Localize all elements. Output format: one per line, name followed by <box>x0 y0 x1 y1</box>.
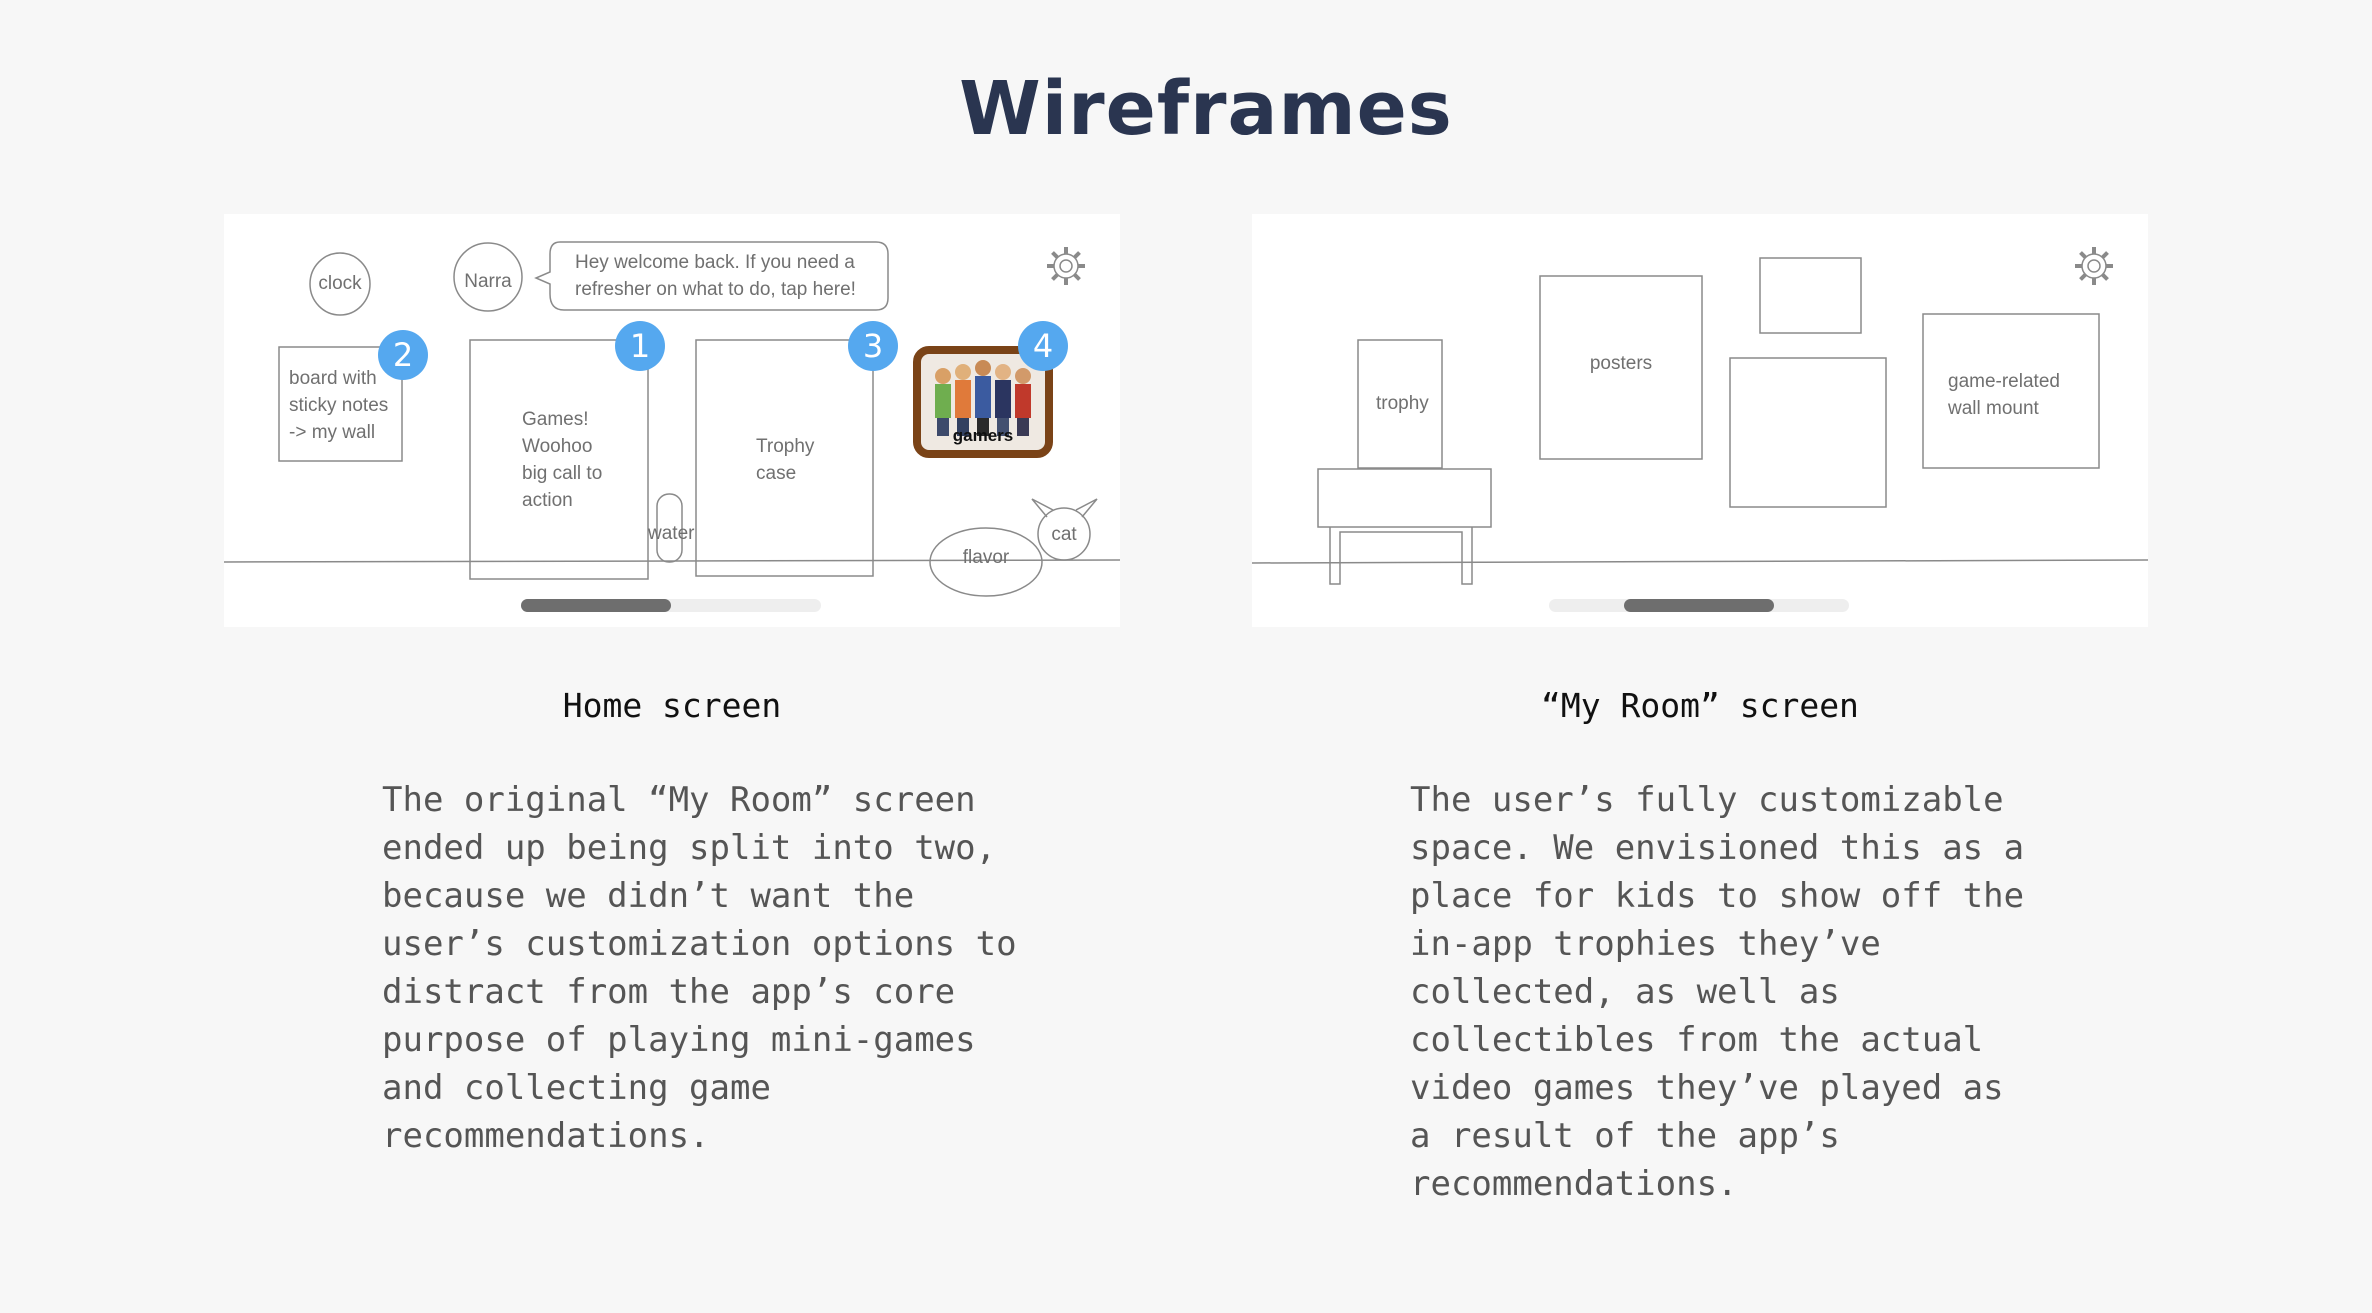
home-description: The original “My Room” screen ended up b… <box>382 780 1017 1156</box>
badge-4: 4 <box>1018 321 1068 371</box>
table-top-shape <box>1317 468 1492 528</box>
narrator-label: Narra <box>464 271 512 292</box>
small-frame-shape <box>1759 257 1862 334</box>
my-room-wireframe: trophy posters game-related wall mount <box>1252 214 2148 627</box>
board-label: board with sticky notes -> my wall <box>289 368 389 443</box>
flavor-label: flavor <box>962 547 1010 568</box>
gear-icon <box>2075 247 2113 285</box>
my-room-description: The user’s fully customizable space. We … <box>1410 780 2025 1204</box>
cat-label: cat <box>1051 524 1077 545</box>
water-label: water <box>648 523 695 544</box>
gear-icon <box>1047 247 1085 285</box>
scroll-thumb <box>521 599 671 612</box>
square-frame-shape <box>1729 357 1887 508</box>
my-room-caption: “My Room” screen <box>1541 686 1859 725</box>
badge-2: 2 <box>378 330 428 380</box>
wall-mount-label: game-related wall mount <box>1948 371 2060 419</box>
clock-label: clock <box>318 273 362 294</box>
home-screen-wireframe: clock Narra Hey welcome back. If you nee… <box>224 214 1120 627</box>
floor-line <box>1252 559 2148 564</box>
games-label: Games! Woohoo big call to action <box>522 409 603 511</box>
scroll-thumb <box>1624 599 1774 612</box>
trophy-case-label: Trophy case <box>756 436 815 484</box>
badge-3: 3 <box>848 321 898 371</box>
photo-caption: gamers <box>952 426 1014 445</box>
page-title: Wireframes <box>959 66 1453 152</box>
home-screen-caption: Home screen <box>562 686 782 725</box>
speech-bubble-text[interactable]: Hey welcome back. If you need a refreshe… <box>575 249 885 303</box>
table-legs-shape <box>1329 527 1473 585</box>
trophy-label: trophy <box>1376 393 1429 414</box>
posters-label: posters <box>1589 353 1653 374</box>
badge-1: 1 <box>615 321 665 371</box>
